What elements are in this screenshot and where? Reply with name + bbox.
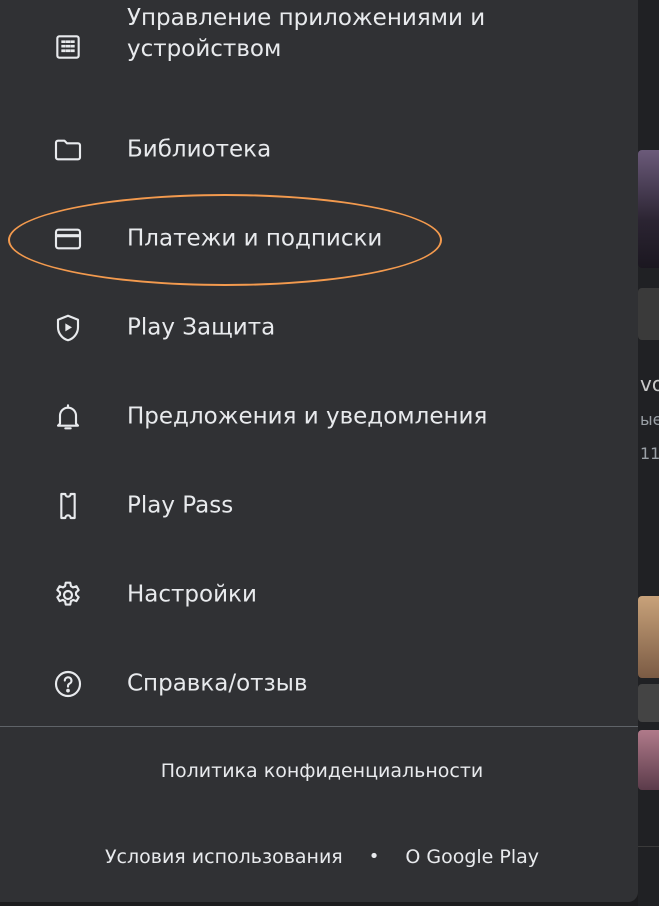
menu-item-settings[interactable]: Настройки: [0, 565, 638, 625]
background-text: vo: [640, 372, 659, 396]
menu-item-play-pass[interactable]: Play Pass: [0, 476, 638, 536]
menu-item-label: Справка/отзыв: [127, 670, 308, 697]
privacy-policy-link[interactable]: Политика конфиденциальности: [0, 760, 644, 782]
apps-grid-icon: [52, 31, 84, 63]
navigation-drawer: Управление приложениями и устройством Би…: [0, 0, 638, 902]
background-text: 11: [640, 444, 659, 463]
menu-item-label: Play Pass: [127, 492, 234, 519]
ticket-icon: [52, 490, 84, 522]
gear-icon: [52, 579, 84, 611]
background-thumbnail: [638, 684, 659, 722]
about-google-play-link[interactable]: О Google Play: [405, 846, 539, 868]
menu-item-offers-notifications[interactable]: Предложения и уведомления: [0, 387, 638, 447]
bell-icon: [52, 401, 84, 433]
shield-play-icon: [52, 312, 84, 344]
menu-item-manage-apps[interactable]: Управление приложениями и устройством: [0, 0, 638, 80]
background-thumbnail: [638, 288, 659, 340]
menu-item-label: Управление приложениями и устройством: [127, 5, 486, 62]
menu-item-label: Библиотека: [127, 136, 272, 163]
background-thumbnail: [638, 596, 659, 678]
menu-item-library[interactable]: Библиотека: [0, 120, 638, 180]
menu-item-label: Предложения и уведомления: [127, 403, 488, 430]
menu-item-label: Платежи и подписки: [127, 225, 383, 252]
drawer-divider: [0, 726, 638, 727]
background-thumbnail: [638, 150, 659, 268]
menu-item-label: Play Защита: [127, 314, 276, 341]
menu-item-help-feedback[interactable]: Справка/отзыв: [0, 654, 638, 714]
menu-item-label: Настройки: [127, 581, 257, 608]
help-circle-icon: [52, 668, 84, 700]
footer-separator: •: [368, 846, 380, 867]
terms-of-service-link[interactable]: Условия использования: [105, 846, 343, 868]
footer-links: Условия использования • О Google Play: [0, 846, 644, 868]
background-text: ые: [640, 410, 659, 429]
menu-item-play-protect[interactable]: Play Защита: [0, 298, 638, 358]
folder-icon: [52, 134, 84, 166]
credit-card-icon: [52, 223, 84, 255]
menu-item-payments[interactable]: Платежи и подписки: [0, 209, 638, 269]
